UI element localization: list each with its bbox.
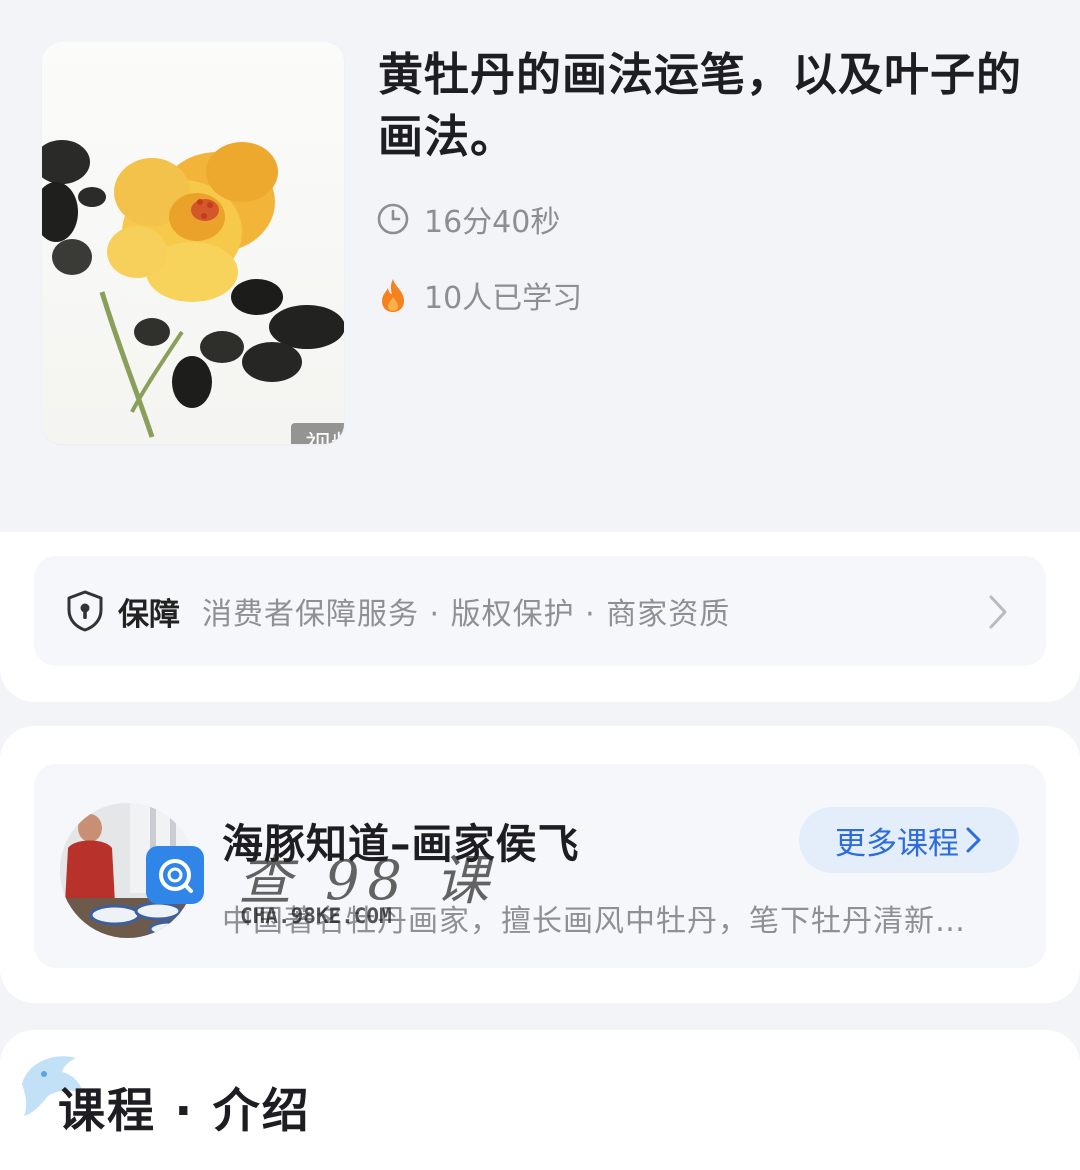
course-title: 黄牡丹的画法运笔，以及叶子的画法。: [378, 48, 1023, 163]
watermark-logo-icon: [146, 846, 204, 904]
guarantee-text: 消费者保障服务 · 版权保护 · 商家资质: [202, 597, 731, 632]
chevron-right-icon: [966, 827, 981, 853]
more-courses-label: 更多课程: [835, 825, 959, 862]
more-courses-button[interactable]: 更多课程: [799, 807, 1019, 873]
peony-painting: [42, 140, 344, 438]
learners-text: 10人已学习: [424, 281, 583, 316]
guarantee-card[interactable]: 保障 消费者保障服务 · 版权保护 · 商家资质: [34, 556, 1046, 666]
guarantee-label: 保障: [118, 596, 180, 633]
duration-text: 16分40秒: [424, 205, 561, 240]
learners-row: 10人已学习: [376, 275, 583, 316]
shield-icon: [67, 590, 103, 632]
duration-row: 16分40秒: [376, 199, 561, 240]
fire-icon: [382, 279, 404, 312]
course-header: 视频 黄牡丹的画法运笔，以及叶子的画法。 16分40秒 10人已学习: [0, 0, 1080, 525]
video-badge: 视频: [291, 423, 344, 444]
course-cover-image[interactable]: 视频: [42, 42, 344, 444]
intro-title: 课程 · 介绍: [58, 1084, 311, 1139]
watermark-url: CHA.98KE.COM: [240, 904, 392, 928]
chevron-right-icon: [989, 595, 1007, 629]
clock-icon: [377, 203, 409, 235]
